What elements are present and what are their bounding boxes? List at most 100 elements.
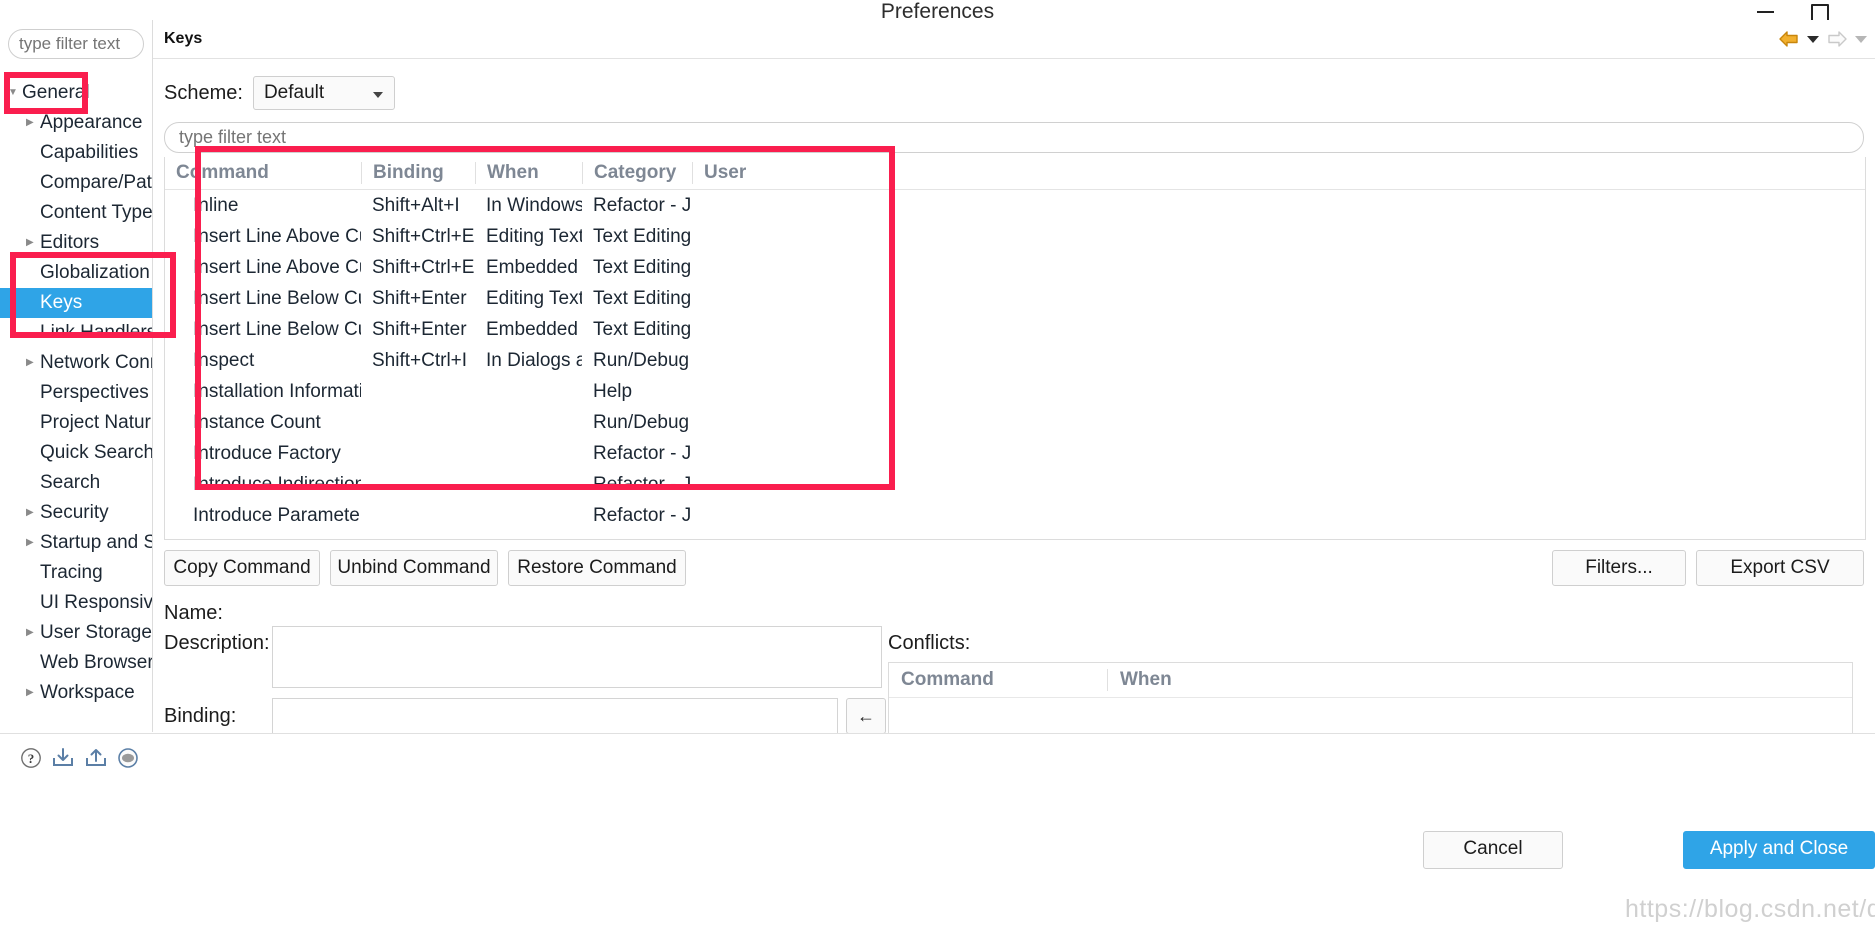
table-row[interactable]: Installation Informati Help <box>165 376 1865 407</box>
sidebar-item-appearance[interactable]: ▶ Appearance <box>0 108 152 138</box>
cell-binding: Shift+Enter <box>372 319 467 340</box>
cell-when: Editing Text <box>486 288 582 309</box>
sidebar-item-security[interactable]: ▶ Security <box>0 498 152 528</box>
table-row[interactable]: Insert Line Below Curr Shift+Enter Embedde… <box>165 314 1865 345</box>
sidebar-item-editors[interactable]: ▶ Editors <box>0 228 152 258</box>
cell-binding <box>361 407 475 438</box>
back-history-chevron-down-icon[interactable] <box>1807 35 1819 43</box>
table-row[interactable]: Insert Line Above Curr Shift+Ctrl+En Embed… <box>165 252 1865 283</box>
sidebar-item-content-types[interactable]: Content Types <box>0 198 152 228</box>
sidebar-item-label: Globalization <box>40 262 150 283</box>
cell-when: In Windows <box>486 195 582 216</box>
conflicts-column-header-when[interactable]: When <box>1107 669 1407 691</box>
cell-command: Inline <box>193 195 239 216</box>
chevron-right-icon[interactable]: ▶ <box>26 678 34 708</box>
left-arrow-icon[interactable]: ← <box>846 698 886 734</box>
binding-label: Binding: <box>164 705 237 727</box>
sidebar-item-label: Web Browser <box>40 652 153 673</box>
unbind-command-button[interactable]: Unbind Command <box>330 550 498 586</box>
sidebar-item-tracing[interactable]: Tracing <box>0 558 152 588</box>
column-header-when[interactable]: When <box>475 162 582 184</box>
sidebar-item-label: General <box>22 82 90 103</box>
sidebar-item-user-storage-s[interactable]: ▶ User Storage S <box>0 618 152 648</box>
sidebar-item-network-conn[interactable]: ▶ Network Conn <box>0 348 152 378</box>
table-row[interactable]: Inline Shift+Alt+I In Windows Refactor - Ja… <box>165 190 1865 221</box>
chevron-right-icon[interactable]: ▶ <box>26 108 34 138</box>
sidebar-item-general[interactable]: ▼ General <box>0 78 152 108</box>
keys-filter-input[interactable] <box>164 122 1864 153</box>
column-header-user[interactable]: User <box>692 162 1842 184</box>
sidebar-item-startup-and-s[interactable]: ▶ Startup and S <box>0 528 152 558</box>
back-arrow-icon[interactable] <box>1778 30 1800 48</box>
sidebar-item-compare-pat[interactable]: Compare/Pat <box>0 168 152 198</box>
pane-header: Keys <box>153 20 1875 59</box>
forward-arrow-icon[interactable] <box>1826 30 1848 48</box>
sidebar-item-web-browser[interactable]: Web Browser <box>0 648 152 678</box>
cell-when <box>475 500 582 531</box>
conflicts-column-header-command[interactable]: Command <box>889 669 1107 691</box>
cell-binding <box>361 376 475 407</box>
binding-input[interactable] <box>272 698 838 734</box>
cell-command: Introduce Indirection <box>193 474 361 495</box>
apply-and-close-button[interactable]: Apply and Close <box>1683 831 1875 869</box>
sidebar-item-keys[interactable]: Keys <box>0 288 152 318</box>
column-header-command[interactable]: Command <box>165 162 361 184</box>
chevron-right-icon[interactable]: ▶ <box>26 528 34 558</box>
help-icon[interactable]: ? <box>20 747 42 774</box>
description-field <box>272 626 882 688</box>
export-icon[interactable] <box>84 747 108 774</box>
cell-category: Run/Debug <box>593 412 690 433</box>
preferences-sidebar: ▼General▶AppearanceCapabilitiesCompare/P… <box>0 20 153 732</box>
sidebar-item-ui-responsive[interactable]: UI Responsive <box>0 588 152 618</box>
sidebar-item-label: Compare/Pat <box>40 172 152 193</box>
column-header-binding[interactable]: Binding <box>361 162 475 184</box>
forward-history-chevron-down-icon[interactable] <box>1855 35 1867 43</box>
sidebar-item-capabilities[interactable]: Capabilities <box>0 138 152 168</box>
import-icon[interactable] <box>51 747 75 774</box>
cell-user <box>692 345 1842 376</box>
cell-binding: Shift+Ctrl+En <box>372 226 475 247</box>
table-row[interactable]: Inspect Shift+Ctrl+I In Dialogs and Run/Deb… <box>165 345 1865 376</box>
sidebar-item-label: Perspectives <box>40 382 149 403</box>
sidebar-item-project-natur[interactable]: Project Natur <box>0 408 152 438</box>
sidebar-filter-input[interactable] <box>8 29 144 59</box>
scheme-dropdown[interactable]: Default <box>252 76 395 110</box>
dialog-bottom-bar: ? Cancel Apply and Close <box>0 733 1875 933</box>
table-row[interactable]: Instance Count Run/Debug <box>165 407 1865 438</box>
table-row[interactable]: Introduce Indirection Refactor - Jav <box>165 469 1865 500</box>
chevron-right-icon[interactable]: ▶ <box>26 618 34 648</box>
column-header-category[interactable]: Category <box>582 162 692 184</box>
chevron-right-icon[interactable]: ▶ <box>26 498 34 528</box>
sidebar-item-globalization[interactable]: Globalization <box>0 258 152 288</box>
svg-text:?: ? <box>28 751 35 766</box>
filters-button[interactable]: Filters... <box>1552 550 1686 586</box>
cell-binding: Shift+Ctrl+En <box>372 257 475 278</box>
cell-user <box>692 283 1842 314</box>
preference-toolbar-icons: ? <box>20 747 139 774</box>
cancel-button[interactable]: Cancel <box>1423 831 1563 869</box>
cell-user <box>692 407 1842 438</box>
restore-command-button[interactable]: Restore Command <box>508 550 686 586</box>
sidebar-item-workspace[interactable]: ▶ Workspace <box>0 678 152 708</box>
copy-command-button[interactable]: Copy Command <box>164 550 320 586</box>
restore-defaults-icon[interactable] <box>117 747 139 774</box>
keys-preference-page: Keys Scheme: Default Comm <box>153 20 1875 752</box>
sidebar-item-label: Capabilities <box>40 142 139 163</box>
sidebar-item-perspectives[interactable]: Perspectives <box>0 378 152 408</box>
sidebar-item-link-handlers[interactable]: Link Handlers <box>0 318 152 348</box>
cell-binding <box>361 438 475 469</box>
page-title: Keys <box>164 30 203 47</box>
sidebar-item-search[interactable]: Search <box>0 468 152 498</box>
keys-table[interactable]: Command Binding When Category User Inlin… <box>164 157 1866 540</box>
table-row[interactable]: Introduce Factory Refactor - Jav <box>165 438 1865 469</box>
table-row[interactable]: Insert Line Below Curr Shift+Enter Editing… <box>165 283 1865 314</box>
cell-user <box>692 438 1842 469</box>
sidebar-item-quick-search[interactable]: Quick Search <box>0 438 152 468</box>
chevron-down-icon[interactable]: ▼ <box>8 78 18 108</box>
keys-table-header: Command Binding When Category User <box>165 157 1865 190</box>
table-row[interactable]: Insert Line Above Curr Shift+Ctrl+En Editi… <box>165 221 1865 252</box>
chevron-right-icon[interactable]: ▶ <box>26 348 34 378</box>
export-csv-button[interactable]: Export CSV <box>1696 550 1864 586</box>
table-row[interactable]: Introduce Parameter Refactor - Jav <box>165 500 1865 531</box>
chevron-right-icon[interactable]: ▶ <box>26 228 34 258</box>
